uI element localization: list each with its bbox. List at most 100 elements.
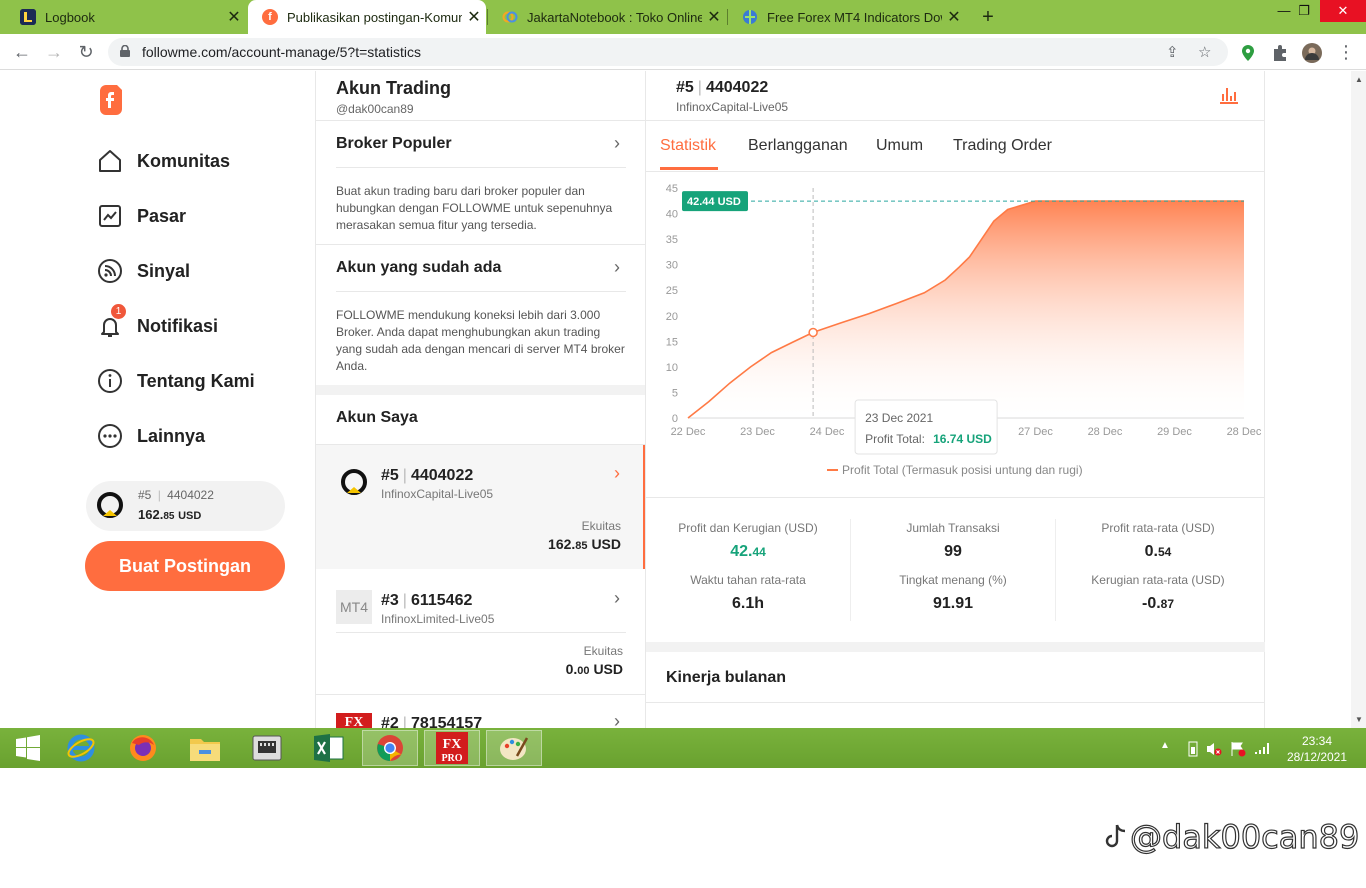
y-tick-label: 15 xyxy=(666,336,678,348)
x-tick-label: 29 Dec xyxy=(1157,426,1192,438)
x-tick-label: 28 Dec xyxy=(1088,426,1123,438)
tab-statistik[interactable]: Statistik xyxy=(660,137,716,155)
volume-muted-icon[interactable] xyxy=(1206,741,1222,757)
nav-sinyal[interactable]: Sinyal xyxy=(96,256,190,286)
close-tab-icon[interactable]: ✕ xyxy=(942,7,966,27)
tab-umum[interactable]: Umum xyxy=(876,137,923,155)
x-tick-label: 27 Dec xyxy=(1018,426,1053,438)
close-tab-icon[interactable]: ✕ xyxy=(222,7,246,27)
account-detail-panel: #5 | 4404022 InfinoxCapital-Live05 Statist… xyxy=(646,71,1265,728)
page-scrollbar[interactable]: ▲ ▼ xyxy=(1351,71,1366,728)
chevron-right-icon[interactable]: › xyxy=(614,257,620,278)
chart-tooltip: 23 Dec 2021 Profit Total: 16.74 USD xyxy=(854,399,998,455)
firefox-icon[interactable] xyxy=(115,730,171,766)
nav-lainnya[interactable]: Lainnya xyxy=(96,421,205,451)
new-tab-button[interactable]: + xyxy=(976,4,1000,30)
x-tick-label: 28 Dec xyxy=(1227,426,1262,438)
infinox-logo-icon xyxy=(97,492,123,518)
signal-rss-icon xyxy=(98,259,122,283)
restore-icon[interactable]: ❐ xyxy=(1284,0,1324,22)
info-icon xyxy=(98,369,122,393)
location-extension-icon[interactable] xyxy=(1238,43,1258,63)
akun-saya-title: Akun Saya xyxy=(336,409,418,426)
bar-chart-icon[interactable] xyxy=(1218,85,1240,105)
file-explorer-icon[interactable] xyxy=(177,730,233,766)
tab-trading-order[interactable]: Trading Order xyxy=(953,137,1052,155)
account-row[interactable]: FX #2 | 78154157 › xyxy=(316,695,645,728)
bookmark-star-icon[interactable]: ☆ xyxy=(1198,43,1211,61)
tab-publikasikan[interactable]: f Publikasikan postingan-Komunitas ✕ xyxy=(248,0,486,34)
chevron-right-icon[interactable]: › xyxy=(614,711,620,728)
page-content: Komunitas Pasar Sinyal Notifikasi 1 Tent… xyxy=(0,71,1366,728)
account-equity: 162.85 USD xyxy=(548,536,621,552)
internet-explorer-icon[interactable] xyxy=(53,730,109,766)
flag-warning-icon[interactable] xyxy=(1230,741,1246,757)
show-hidden-icons[interactable]: ▲ xyxy=(1160,740,1170,751)
followme-logo-icon[interactable] xyxy=(97,85,125,115)
network-app-icon[interactable] xyxy=(239,730,295,766)
nav-komunitas[interactable]: Komunitas xyxy=(96,146,230,176)
windows-start-icon[interactable] xyxy=(0,730,56,766)
mt4-logo-icon: MT4 xyxy=(336,590,372,624)
address-bar: ← → ↻ followme.com/account-manage/5?t=st… xyxy=(0,34,1366,70)
x-tick-label: 24 Dec xyxy=(810,426,845,438)
fxpro-app-icon[interactable]: FX PRO xyxy=(424,730,480,766)
tiktok-logo-icon xyxy=(1105,824,1126,848)
chevron-right-icon[interactable]: › xyxy=(614,133,620,154)
window-close-icon[interactable]: ✕ xyxy=(1320,0,1366,22)
excel-icon[interactable] xyxy=(301,730,357,766)
tab-forex-indicators[interactable]: Free Forex MT4 Indicators Downlo ✕ xyxy=(728,0,966,34)
extensions-puzzle-icon[interactable] xyxy=(1270,43,1290,63)
y-tick-label: 5 xyxy=(672,387,678,399)
sidebar-account-balance: 162.85 USD xyxy=(138,507,202,522)
notification-badge: 1 xyxy=(111,304,126,319)
y-tick-label: 20 xyxy=(666,311,678,323)
active-tab-indicator xyxy=(660,167,718,170)
account-row[interactable]: MT4 #3 | 6115462 InfinoxLimited-Live05 › E… xyxy=(316,570,645,694)
paint-icon[interactable] xyxy=(486,730,542,766)
chevron-right-icon[interactable]: › xyxy=(614,588,620,609)
account-equity: 0.00 USD xyxy=(565,661,623,677)
back-icon[interactable]: ← xyxy=(10,40,34,64)
y-tick-label: 30 xyxy=(666,260,678,272)
forex-favicon-icon xyxy=(742,9,758,25)
chrome-icon[interactable] xyxy=(362,730,418,766)
x-tick-label: 23 Dec xyxy=(740,426,775,438)
username: @dak00can89 xyxy=(336,102,414,116)
logbook-favicon-icon xyxy=(20,9,36,25)
stat-jumlah-transaksi: Jumlah Transaksi 99 xyxy=(906,521,1000,560)
trading-account-column: Akun Trading @dak00can89 Broker Populer … xyxy=(315,71,646,728)
y-tick-label: 40 xyxy=(666,209,678,221)
tab-jakartanotebook[interactable]: JakartaNotebook : Toko Online Lap ✕ xyxy=(488,0,726,34)
reload-icon[interactable]: ↻ xyxy=(74,40,98,64)
share-icon[interactable]: ⇪ xyxy=(1166,43,1179,61)
browser-tab-bar: Logbook ✕ f Publikasikan postingan-Komun… xyxy=(0,0,1366,34)
battery-icon[interactable] xyxy=(1186,741,1200,757)
broker-populer-link[interactable]: Broker Populer xyxy=(336,135,452,153)
omnibox[interactable]: followme.com/account-manage/5?t=statisti… xyxy=(108,38,1228,66)
y-tick-label: 25 xyxy=(666,285,678,297)
close-tab-icon[interactable]: ✕ xyxy=(702,7,726,27)
taskbar-clock[interactable]: 23:34 28/12/2021 xyxy=(1284,733,1350,765)
page-title: Akun Trading xyxy=(336,78,452,98)
svg-text:Profit Total:: Profit Total: xyxy=(865,432,925,446)
nav-pasar[interactable]: Pasar xyxy=(96,201,186,231)
buat-postingan-button[interactable]: Buat Postingan xyxy=(85,541,285,591)
svg-text:PRO: PRO xyxy=(441,753,462,764)
network-signal-icon[interactable] xyxy=(1254,741,1272,755)
sidebar-account-card[interactable]: #5 | 4404022 162.85 USD xyxy=(86,481,285,531)
url-text[interactable]: followme.com/account-manage/5?t=statisti… xyxy=(142,44,421,60)
x-tick-label: 22 Dec xyxy=(671,426,706,438)
chevron-right-icon[interactable]: › xyxy=(614,463,620,484)
akun-sudah-ada-link[interactable]: Akun yang sudah ada xyxy=(336,259,501,277)
profit-chart[interactable]: 051015202530354045 22 Dec23 Dec24 Dec25 … xyxy=(646,172,1265,497)
svg-text:16.74 USD: 16.74 USD xyxy=(933,432,992,446)
forward-icon[interactable]: → xyxy=(42,40,66,64)
profile-avatar-icon[interactable] xyxy=(1302,43,1322,63)
tab-berlangganan[interactable]: Berlangganan xyxy=(748,137,848,155)
nav-tentang-kami[interactable]: Tentang Kami xyxy=(96,366,255,396)
tab-logbook[interactable]: Logbook ✕ xyxy=(6,0,246,34)
menu-kebab-icon[interactable]: ⋮ xyxy=(1334,40,1358,64)
close-tab-icon[interactable]: ✕ xyxy=(462,7,486,27)
account-row-selected[interactable]: #5 | 4404022 InfinoxCapital-Live05 › Ekuit… xyxy=(316,445,645,569)
